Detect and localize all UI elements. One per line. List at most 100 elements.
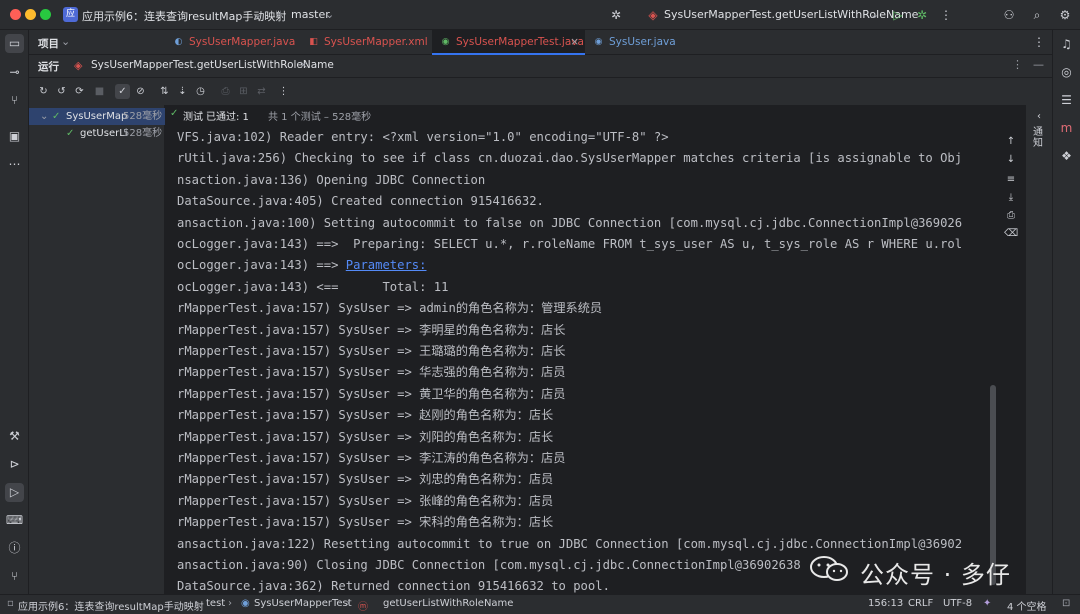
breadcrumb-project[interactable]: 应用示例6：连表查询resultMap手动映射	[18, 598, 204, 613]
stop-icon[interactable]: ■	[92, 84, 107, 99]
build-hammer-icon[interactable]: ⚒	[5, 427, 24, 446]
close-tab-icon[interactable]: ×	[299, 58, 308, 71]
print-icon[interactable]: ⎙	[1004, 209, 1018, 223]
run-icon[interactable]: ▷	[890, 7, 906, 23]
ai-status-icon[interactable]: ✦	[983, 598, 991, 609]
side-panel-label[interactable]: 通知	[1033, 127, 1045, 149]
clear-trash-icon[interactable]: ⌫	[1004, 227, 1018, 241]
console-line: rMapperTest.java:157) SysUser => 黄卫华的角色名…	[177, 384, 565, 405]
rerun-failed-icon[interactable]: ↺	[54, 84, 69, 99]
run-toolbar: ↻ ↺ ⟳ ■ ✓ ⊘ ⇅ ⇣ ◷ ⎙ ⊞ ⇄ ⋮	[29, 78, 1052, 105]
soft-wrap-icon[interactable]: ≡	[1004, 173, 1018, 187]
git-icon[interactable]: ⑂	[5, 567, 24, 586]
status-bar: ▫ 应用示例6：连表查询resultMap手动映射 › test › ◉ Sys…	[0, 594, 1080, 614]
line-ending[interactable]: CRLF	[908, 598, 933, 609]
commit-icon[interactable]: ⊸	[5, 63, 24, 82]
file-encoding[interactable]: UTF-8	[943, 598, 972, 609]
toggle-auto-test-icon[interactable]: ⟳	[72, 84, 87, 99]
watermark-text: 公众号 · 多仔	[860, 561, 1011, 589]
close-tab-icon[interactable]: ×	[570, 30, 579, 55]
tab-sysusermapper-java[interactable]: ◐ SysUserMapper.java	[165, 30, 296, 55]
scroll-up-arrow-icon[interactable]: ↑	[1004, 135, 1018, 149]
export-tests-icon[interactable]: ⊞	[236, 84, 251, 99]
parameters-link[interactable]: Parameters:	[346, 258, 427, 272]
sort-icon[interactable]: ⇅	[157, 84, 172, 99]
passed-check-icon: ✓	[170, 108, 179, 119]
console-line: rMapperTest.java:157) SysUser => 宋科的角色名称…	[177, 512, 553, 533]
run-tab[interactable]: SysUserMapperTest.getUserListWithRoleNam…	[91, 59, 334, 71]
tab-label: SysUserMapper.java	[189, 36, 296, 48]
passed-check-icon: ✓	[66, 128, 75, 139]
test-status-passed: 已通过: 1	[206, 112, 249, 123]
scroll-down-arrow-icon[interactable]: ↓	[1004, 153, 1018, 167]
class-icon: ◉	[241, 598, 250, 609]
chevron-left-icon[interactable]: ‹	[1032, 110, 1046, 124]
maven-icon[interactable]: m	[1057, 119, 1076, 138]
problems-icon[interactable]: ⓘ	[5, 539, 24, 558]
lock-icon[interactable]: ⊡	[1062, 598, 1070, 609]
minimize-window-button[interactable]	[25, 9, 36, 20]
terminal-icon[interactable]: ⌨	[5, 511, 24, 530]
rerun-icon[interactable]: ↻	[36, 84, 51, 99]
show-passed-icon[interactable]: ✓	[115, 84, 130, 99]
console-line-text: rMapperTest.java:157) SysUser => admin的角…	[177, 301, 603, 316]
sort-duration-icon[interactable]: ⇣	[175, 84, 190, 99]
scroll-to-end-icon[interactable]: ⤓	[1004, 191, 1018, 205]
tab-sysuser-java[interactable]: ◉ SysUser.java	[585, 30, 695, 55]
ai-assistant-icon[interactable]: ◎	[1057, 63, 1076, 82]
import-tests-icon[interactable]: ⎙	[218, 84, 233, 99]
settings-gear-icon[interactable]: ⚙	[1057, 7, 1073, 23]
tree-row-test-method[interactable]: ✓ getUserLi 528毫秒	[29, 125, 165, 142]
run-window-title: 运行	[38, 61, 59, 73]
notifications-bell-icon[interactable]: ♫	[1057, 35, 1076, 54]
run-tool-icon[interactable]: ▷	[5, 483, 24, 502]
more-icon[interactable]: ⋮	[276, 84, 291, 99]
debug-icon[interactable]: ✲	[914, 7, 930, 23]
chevron-down-icon: ⌄	[253, 8, 263, 21]
console-line: rMapperTest.java:157) SysUser => 刘阳的角色名称…	[177, 427, 553, 448]
project-panel-title[interactable]: 项目	[38, 36, 59, 51]
debug-bug-icon[interactable]: ✲	[608, 7, 624, 23]
more-tools-icon[interactable]: ⋯	[5, 155, 24, 174]
plugin-icon[interactable]: ❖	[1057, 147, 1076, 166]
caret-position[interactable]: 156:13	[868, 598, 903, 609]
editor-tabs: ◐ SysUserMapper.java ◧ SysUserMapper.xml…	[165, 30, 1052, 55]
console-line: DataSource.java:405) Created connection …	[177, 191, 544, 212]
console-line-text: VFS.java:102) Reader entry: <?xml versio…	[177, 130, 669, 144]
console-line: rMapperTest.java:157) SysUser => admin的角…	[177, 298, 602, 319]
database-icon[interactable]: ☰	[1057, 91, 1076, 110]
xml-file-icon: ◧	[309, 37, 318, 47]
tab-sysusermappertest-java[interactable]: ◉ SysUserMapperTest.java ×	[432, 30, 585, 55]
minimize-panel-icon[interactable]: —	[1033, 58, 1044, 71]
project-folder-icon[interactable]: ▭	[5, 34, 24, 53]
tab-sysusermapper-xml[interactable]: ◧ SysUserMapper.xml	[300, 30, 430, 55]
console-line: rMapperTest.java:157) SysUser => 王璐璐的角色名…	[177, 341, 565, 362]
indent-setting[interactable]: 4 个空格	[1007, 598, 1047, 613]
console-output[interactable]: VFS.java:102) Reader entry: <?xml versio…	[165, 127, 998, 594]
run-configuration-selector[interactable]: SysUserMapperTest.getUserListWithRoleNam…	[664, 8, 918, 21]
search-icon[interactable]: ⌕	[1029, 7, 1045, 23]
structure-icon[interactable]: ▣	[5, 127, 24, 146]
maximize-window-button[interactable]	[40, 9, 51, 20]
coverage-icon[interactable]: ⇄	[254, 84, 269, 99]
show-ignored-icon[interactable]: ⊘	[133, 84, 148, 99]
test-config-icon: ◈	[648, 8, 658, 22]
history-icon[interactable]: ◷	[193, 84, 208, 99]
more-actions-icon[interactable]: ⋮	[938, 7, 954, 23]
breadcrumb-folder[interactable]: test	[206, 598, 225, 609]
pull-request-icon[interactable]: ⑂	[5, 91, 24, 110]
run-window-header: 运行 ◈ SysUserMapperTest.getUserListWithRo…	[29, 55, 1052, 78]
options-icon[interactable]: ⋮	[1012, 58, 1023, 71]
tab-options-icon[interactable]: ⋮	[1031, 34, 1047, 50]
add-user-icon[interactable]: ⚇	[1001, 7, 1017, 23]
console-line-text: rMapperTest.java:157) SysUser => 王璐璐的角色名…	[177, 344, 566, 358]
tree-row-test-class[interactable]: ⌄ ✓ SysUserMap 528毫秒	[29, 108, 165, 125]
services-icon[interactable]: ⊳	[5, 455, 24, 474]
wechat-logo-icon	[810, 556, 848, 581]
breadcrumb-method[interactable]: getUserListWithRoleName	[383, 598, 513, 609]
breadcrumb-class[interactable]: SysUserMapperTest	[254, 598, 352, 609]
close-window-button[interactable]	[10, 9, 21, 20]
breadcrumb-separator: ›	[346, 598, 350, 609]
console-line: DataSource.java:362) Returned connection…	[177, 576, 610, 594]
branch-selector[interactable]: master	[291, 8, 330, 21]
